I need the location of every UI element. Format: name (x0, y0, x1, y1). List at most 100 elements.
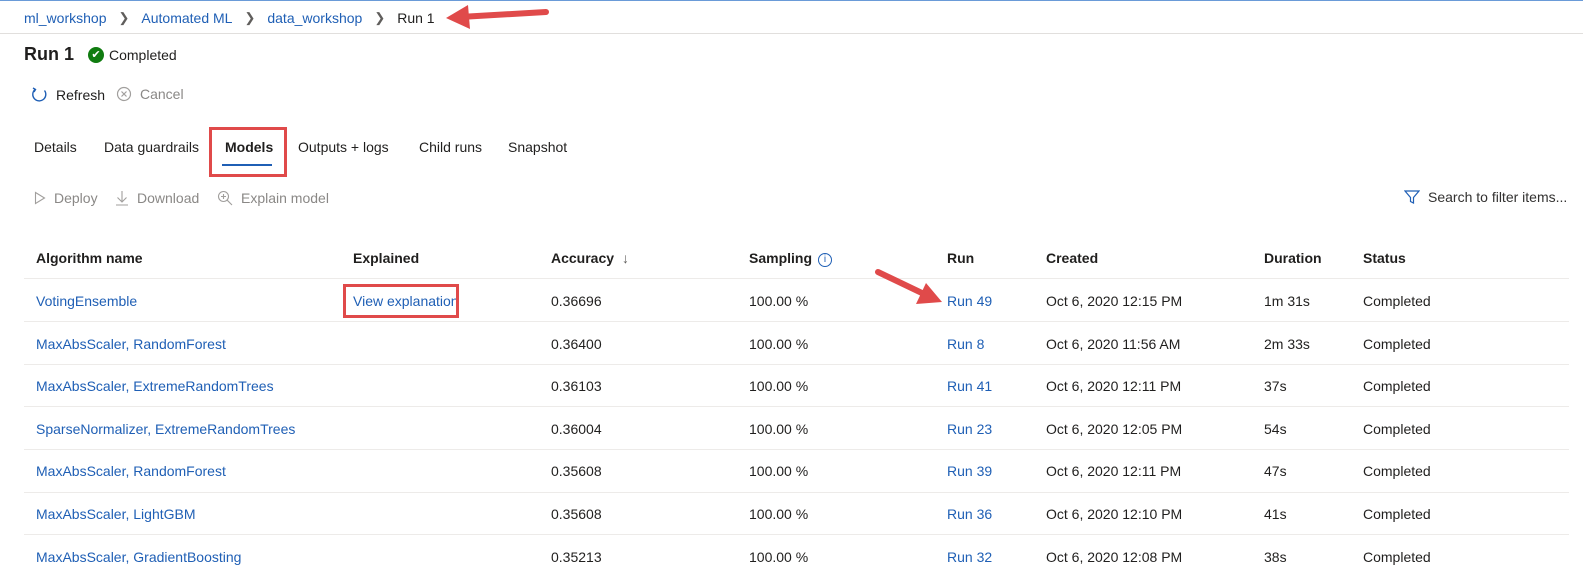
duration-value: 2m 33s (1264, 336, 1310, 352)
algorithm-link[interactable]: MaxAbsScaler, RandomForest (36, 463, 226, 479)
duration-value: 1m 31s (1264, 293, 1310, 309)
col-header-status[interactable]: Status (1363, 250, 1406, 266)
breadcrumb: ml_workshop ❯ Automated ML ❯ data_worksh… (24, 10, 435, 26)
status-value: Completed (1363, 549, 1431, 565)
run-link[interactable]: Run 23 (947, 421, 992, 437)
breadcrumb-item-experiment[interactable]: data_workshop (267, 10, 362, 26)
created-value: Oct 6, 2020 12:11 PM (1046, 463, 1182, 479)
accuracy-value: 0.36400 (551, 336, 602, 352)
breadcrumb-item-automl[interactable]: Automated ML (141, 10, 232, 26)
download-icon (116, 191, 128, 206)
chevron-right-icon: ❯ (118, 10, 130, 25)
page-title: Run 1 (24, 44, 75, 64)
tab-snapshot[interactable]: Snapshot (508, 139, 567, 155)
cancel-label: Cancel (140, 86, 184, 102)
row-divider (24, 364, 1569, 365)
algorithm-link[interactable]: VotingEnsemble (36, 293, 137, 309)
search-placeholder: Search to filter items... (1428, 189, 1568, 205)
status-value: Completed (1363, 378, 1431, 394)
sampling-value: 100.00 % (749, 549, 809, 565)
row-divider (24, 492, 1569, 493)
sampling-value: 100.00 % (749, 506, 809, 522)
row-divider (24, 534, 1569, 535)
top-border (0, 0, 1583, 1)
sampling-header-label: Sampling (749, 250, 813, 266)
duration-value: 38s (1264, 549, 1287, 565)
sampling-value: 100.00 % (749, 336, 809, 352)
deploy-button[interactable]: Deploy (34, 190, 98, 206)
sort-descending-icon: ↓ (621, 250, 629, 266)
duration-value: 41s (1264, 506, 1287, 522)
algorithm-link[interactable]: SparseNormalizer, ExtremeRandomTrees (36, 421, 295, 437)
sampling-value: 100.00 % (749, 293, 809, 309)
created-value: Oct 6, 2020 12:11 PM (1046, 378, 1182, 394)
breadcrumb-current: Run 1 (397, 10, 435, 26)
col-header-sampling[interactable]: Sampling i (749, 250, 833, 267)
divider (0, 33, 1583, 34)
info-icon[interactable]: i (818, 253, 833, 267)
accuracy-value: 0.35608 (551, 463, 602, 479)
col-header-duration[interactable]: Duration (1264, 250, 1322, 266)
tab-data-guardrails[interactable]: Data guardrails (104, 139, 199, 155)
breadcrumb-item-workspace[interactable]: ml_workshop (24, 10, 106, 26)
sampling-value: 100.00 % (749, 378, 809, 394)
filter-icon (1404, 190, 1420, 204)
accuracy-value: 0.36696 (551, 293, 602, 309)
play-icon (34, 191, 46, 205)
cancel-icon (116, 86, 132, 102)
duration-value: 37s (1264, 378, 1287, 394)
status-value: Completed (1363, 463, 1431, 479)
check-circle-icon: ✔ (88, 47, 104, 63)
duration-value: 54s (1264, 421, 1287, 437)
status-value: Completed (1363, 293, 1431, 309)
tab-outputs-logs[interactable]: Outputs + logs (298, 139, 389, 155)
accuracy-value: 0.36103 (551, 378, 602, 394)
col-header-accuracy[interactable]: Accuracy ↓ (551, 250, 629, 266)
created-value: Oct 6, 2020 12:15 PM (1046, 293, 1183, 309)
col-header-explained[interactable]: Explained (353, 250, 419, 266)
run-link[interactable]: Run 39 (947, 463, 992, 479)
status-value: Completed (1363, 421, 1431, 437)
col-header-created[interactable]: Created (1046, 250, 1098, 266)
status-value: Completed (1363, 506, 1431, 522)
run-link[interactable]: Run 49 (947, 293, 992, 309)
col-header-run[interactable]: Run (947, 250, 974, 266)
explain-label: Explain model (241, 190, 329, 206)
run-link[interactable]: Run 36 (947, 506, 992, 522)
accuracy-value: 0.35608 (551, 506, 602, 522)
deploy-label: Deploy (54, 190, 98, 206)
tab-details[interactable]: Details (34, 139, 77, 155)
algorithm-link[interactable]: MaxAbsScaler, GradientBoosting (36, 549, 241, 565)
accuracy-value: 0.35213 (551, 549, 602, 565)
chevron-right-icon: ❯ (244, 10, 256, 25)
download-label: Download (137, 190, 200, 206)
explain-icon (217, 190, 233, 206)
row-divider (24, 449, 1569, 450)
created-value: Oct 6, 2020 12:08 PM (1046, 549, 1183, 565)
algorithm-link[interactable]: MaxAbsScaler, ExtremeRandomTrees (36, 378, 274, 394)
algorithm-link[interactable]: MaxAbsScaler, LightGBM (36, 506, 196, 522)
cancel-button[interactable]: Cancel (116, 86, 184, 102)
status-badge: ✔ Completed (88, 47, 177, 63)
accuracy-header-label: Accuracy (551, 250, 615, 266)
refresh-button[interactable]: Refresh (31, 86, 105, 103)
run-link[interactable]: Run 32 (947, 549, 992, 565)
annotation-box-view-explanation (343, 284, 459, 318)
search-filter[interactable]: Search to filter items... (1404, 189, 1567, 205)
accuracy-value: 0.36004 (551, 421, 602, 437)
download-button[interactable]: Download (115, 190, 199, 206)
status-text: Completed (109, 47, 177, 63)
run-link[interactable]: Run 8 (947, 336, 984, 352)
col-header-algorithm[interactable]: Algorithm name (36, 250, 143, 266)
run-link[interactable]: Run 41 (947, 378, 992, 394)
refresh-label: Refresh (56, 86, 106, 103)
refresh-icon (32, 87, 47, 102)
created-value: Oct 6, 2020 11:56 AM (1046, 336, 1181, 352)
tab-child-runs[interactable]: Child runs (419, 139, 482, 155)
algorithm-link[interactable]: MaxAbsScaler, RandomForest (36, 336, 226, 352)
annotation-arrow (446, 5, 549, 29)
row-divider (24, 321, 1569, 322)
header-divider (24, 278, 1569, 279)
explain-model-button[interactable]: Explain model (217, 190, 329, 206)
sampling-value: 100.00 % (749, 463, 809, 479)
